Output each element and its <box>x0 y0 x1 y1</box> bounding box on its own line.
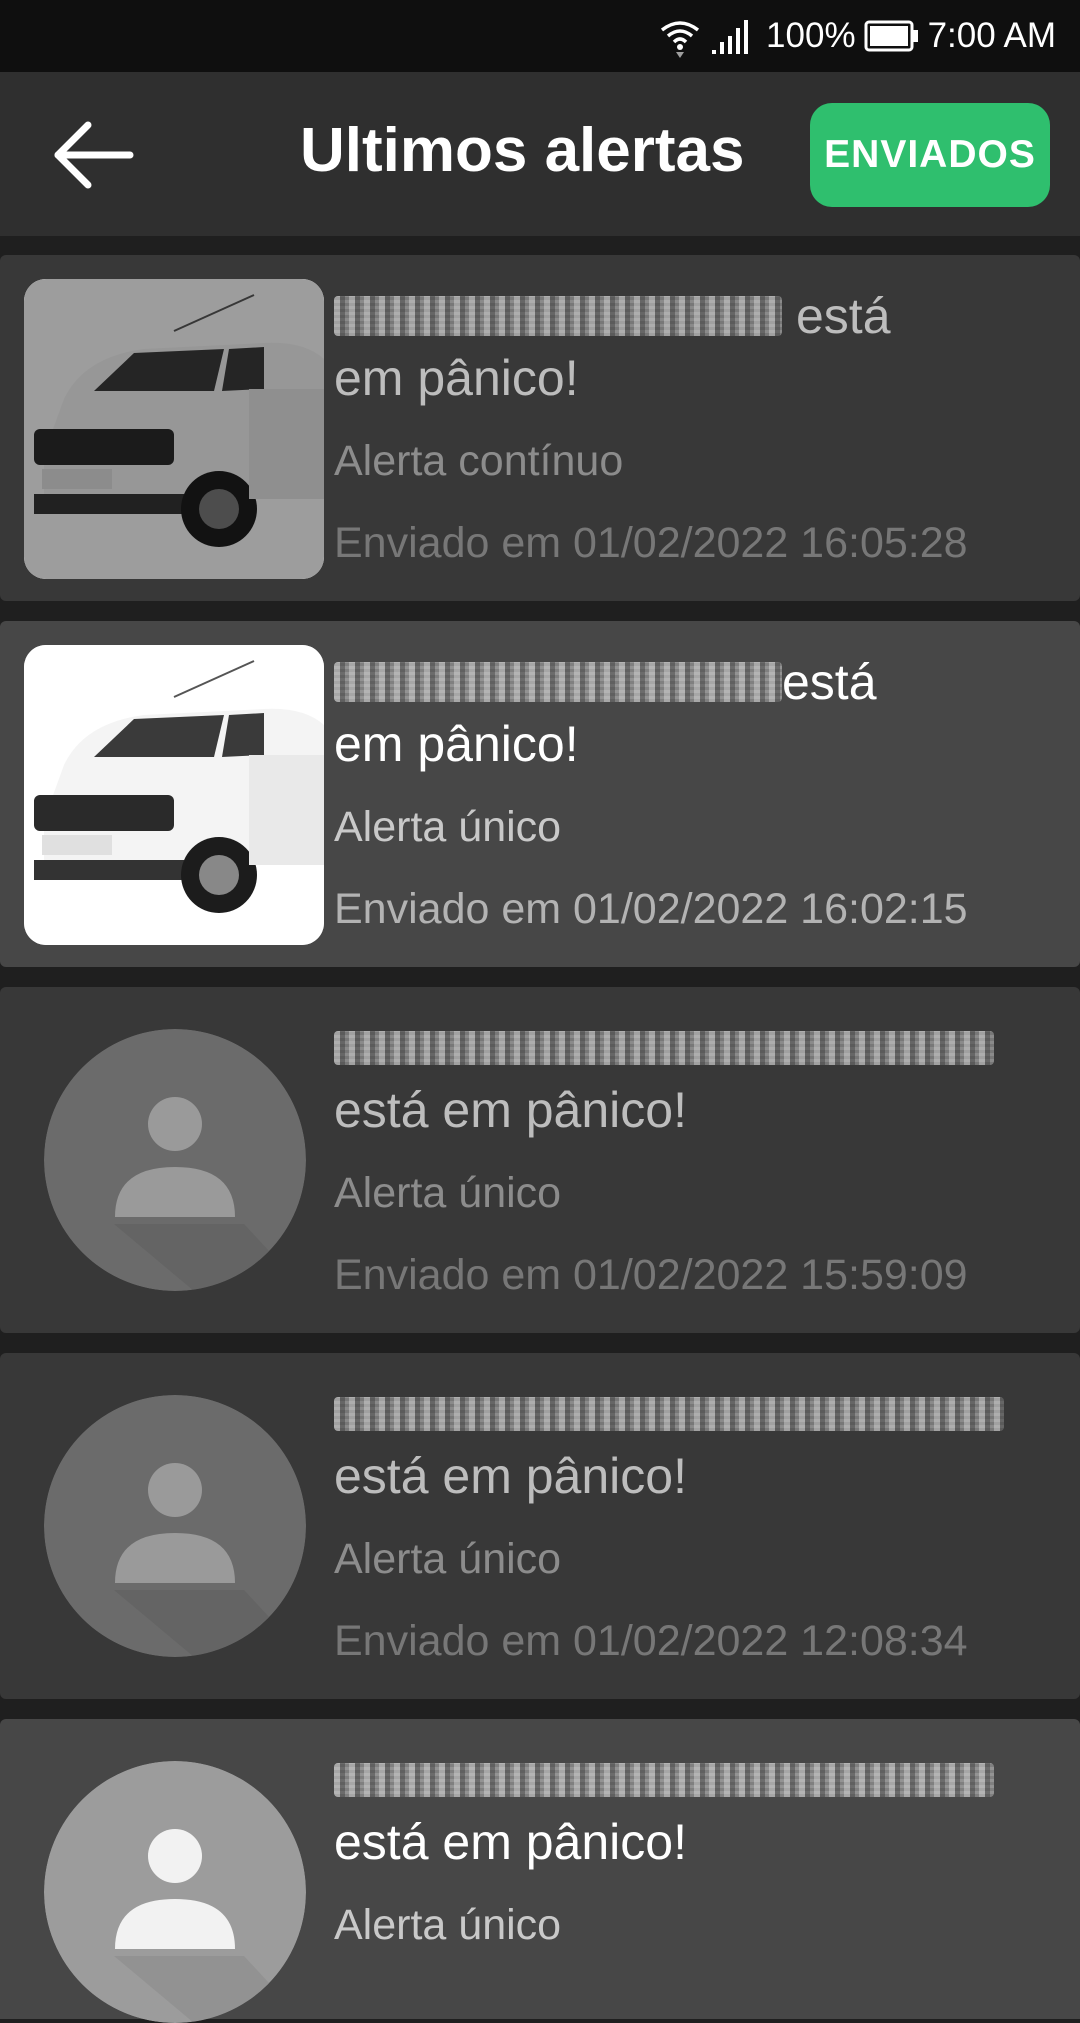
battery-percent: 100% <box>766 16 856 55</box>
alert-sender-row: está <box>334 651 1054 713</box>
page-title: Ultimos alertas <box>300 116 745 185</box>
status-bar: 100% 7:00 AM <box>0 0 1080 72</box>
alert-type: Alerta único <box>334 803 562 851</box>
clock: 7:00 AM <box>927 16 1056 55</box>
alert-sender-row <box>334 1383 1054 1445</box>
vehicle-photo <box>24 279 324 579</box>
alert-sent-time: Enviado em 01/02/2022 15:59:09 <box>334 1251 968 1299</box>
alert-sender-row: está <box>334 285 1054 347</box>
alert-item[interactable]: está em pânico! Alerta único Enviado em … <box>0 987 1080 1333</box>
alert-sender-row <box>334 1749 1054 1811</box>
alert-type: Alerta contínuo <box>334 437 624 485</box>
alert-type: Alerta único <box>334 1901 562 1949</box>
alert-text: está em pânico! Alerta único <box>334 1749 1054 1955</box>
sent-alerts-button[interactable]: ENVIADOS <box>810 103 1050 207</box>
wifi-icon <box>658 14 702 58</box>
app-bar: Ultimos alertas ENVIADOS <box>0 72 1080 236</box>
alert-text: está em pânico! Alerta único Enviado em … <box>334 1383 1054 1671</box>
back-button[interactable] <box>48 112 158 198</box>
alert-item[interactable]: está em pânico! Alerta contínuo Enviado … <box>0 255 1080 601</box>
alert-item[interactable]: está em pânico! Alerta único Enviado em … <box>0 1353 1080 1699</box>
arrow-left-icon <box>48 121 158 202</box>
alert-text: está em pânico! Alerta contínuo Enviado … <box>334 285 1054 573</box>
alert-item[interactable]: está em pânico! Alerta único Enviado em … <box>0 621 1080 967</box>
alert-status: está em pânico! <box>334 1082 687 1138</box>
alert-sent-time: Enviado em 01/02/2022 16:05:28 <box>334 519 968 567</box>
redacted-name <box>334 1763 994 1797</box>
alert-status-cont: em pânico! <box>334 716 579 772</box>
alert-text: está em pânico! Alerta único Enviado em … <box>334 1017 1054 1305</box>
person-icon <box>44 1761 306 2023</box>
alert-sender-row <box>334 1017 1054 1079</box>
vehicle-photo <box>24 645 324 945</box>
alert-text: está em pânico! Alerta único Enviado em … <box>334 651 1054 939</box>
alert-status-cont: em pânico! <box>334 350 579 406</box>
alert-sent-time: Enviado em 01/02/2022 12:08:34 <box>334 1617 968 1665</box>
status-icons: 100% 7:00 AM <box>658 0 1056 72</box>
alert-status: está em pânico! <box>334 1448 687 1504</box>
alert-status: está em pânico! <box>334 1814 687 1870</box>
redacted-name <box>334 296 782 336</box>
person-icon <box>44 1029 306 1291</box>
alert-status: está <box>796 288 891 344</box>
redacted-name <box>334 1031 994 1065</box>
redacted-name <box>334 1397 1004 1431</box>
alert-item[interactable]: está em pânico! Alerta único <box>0 1719 1080 2023</box>
redacted-name <box>334 662 782 702</box>
alert-sent-time: Enviado em 01/02/2022 16:02:15 <box>334 885 968 933</box>
alert-type: Alerta único <box>334 1535 562 1583</box>
person-icon <box>44 1395 306 1657</box>
signal-icon <box>710 16 758 56</box>
battery-icon <box>864 19 920 53</box>
alert-type: Alerta único <box>334 1169 562 1217</box>
alert-status: está <box>782 654 877 710</box>
